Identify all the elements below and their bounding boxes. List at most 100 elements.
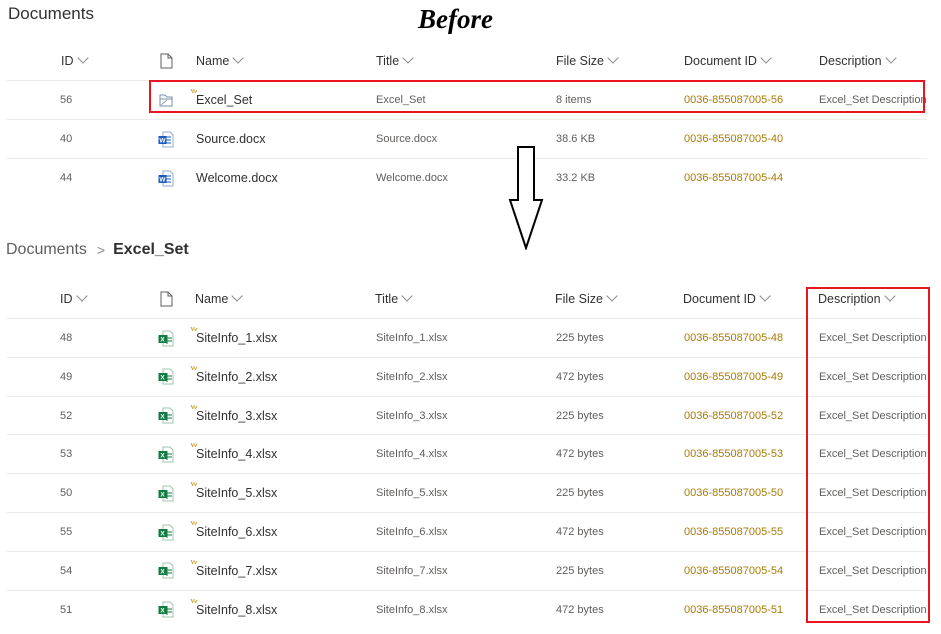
excel-file-icon[interactable]: X <box>158 591 174 629</box>
row-file-size: 225 bytes <box>556 564 604 577</box>
list-row[interactable]: 40 W Source.docx Source.docx 38.6 KB 0036-855… <box>7 119 927 158</box>
document-outline-icon <box>160 53 173 69</box>
excel-file-icon[interactable]: X <box>158 397 174 435</box>
column-header-file-size[interactable]: File Size <box>555 279 618 319</box>
column-header-title[interactable]: Title <box>375 279 413 319</box>
column-header-document-id[interactable]: Document ID <box>684 41 772 81</box>
row-name-link[interactable]: Source.docx <box>196 120 265 158</box>
excel-file-icon[interactable]: X <box>158 358 174 396</box>
row-id: 49 <box>60 370 73 383</box>
word-file-icon[interactable]: W <box>158 120 174 158</box>
svg-text:X: X <box>160 569 165 576</box>
column-header-file-size[interactable]: File Size <box>556 41 619 81</box>
excel-file-icon[interactable]: X <box>158 435 174 473</box>
column-header-description[interactable]: Description <box>819 41 897 81</box>
row-id: 51 <box>60 603 73 616</box>
row-title: SiteInfo_2.xlsx <box>376 370 448 383</box>
row-document-id[interactable]: 0036-855087005-49 <box>684 358 783 396</box>
row-name-link[interactable]: SiteInfo_8.xlsx <box>190 591 277 629</box>
row-file-size: 472 bytes <box>556 448 604 461</box>
column-header-id[interactable]: ID <box>61 41 89 81</box>
column-header-row-top: ID Name Title File Size Document ID Desc… <box>0 41 941 81</box>
row-name-link[interactable]: SiteInfo_4.xlsx <box>190 435 277 473</box>
row-name-link[interactable]: SiteInfo_1.xlsx <box>190 319 277 357</box>
row-title: SiteInfo_6.xlsx <box>376 526 448 538</box>
new-item-sparkle-icon <box>190 521 198 526</box>
row-title: SiteInfo_4.xlsx <box>376 448 448 461</box>
list-row[interactable]: 52 X SiteInfo_3.xlsx SiteInfo_3.xlsx 225 byt… <box>7 395 927 435</box>
row-id: 50 <box>60 487 73 500</box>
column-header-title[interactable]: Title <box>376 41 414 81</box>
breadcrumb-current[interactable]: Excel_Set <box>113 241 189 259</box>
row-id: 53 <box>60 448 73 461</box>
row-document-id[interactable]: 0036-855087005-50 <box>684 474 783 512</box>
row-file-size: 33.2 KB <box>556 172 596 184</box>
row-title: SiteInfo_8.xlsx <box>376 603 448 616</box>
row-document-id[interactable]: 0036-855087005-44 <box>684 159 783 197</box>
excel-file-icon[interactable]: X <box>158 319 174 357</box>
file-type-header-icon[interactable] <box>160 279 173 319</box>
highlight-box-folder-row <box>149 80 925 113</box>
column-header-row-bottom: ID Name Title File Size Document ID Desc… <box>0 279 941 319</box>
chevron-down-icon <box>760 52 772 64</box>
excel-file-icon[interactable]: X <box>158 513 174 551</box>
excel-file-icon[interactable]: X <box>158 474 174 512</box>
row-document-id[interactable]: 0036-855087005-55 <box>684 513 783 551</box>
list-row[interactable]: 49 X SiteInfo_2.xlsx SiteInfo_2.xlsx 472 byt… <box>7 356 927 396</box>
chevron-down-icon <box>401 290 413 302</box>
row-name-link[interactable]: SiteInfo_3.xlsx <box>190 397 277 435</box>
new-item-sparkle-icon <box>190 404 198 409</box>
row-document-id[interactable]: 0036-855087005-48 <box>684 319 783 357</box>
row-title: SiteInfo_5.xlsx <box>376 487 448 500</box>
row-name-link[interactable]: Welcome.docx <box>196 159 278 197</box>
new-item-sparkle-icon <box>190 598 198 603</box>
list-row[interactable]: 55 X SiteInfo_6.xlsx SiteInfo_6.xlsx 472 byt… <box>7 512 927 551</box>
row-document-id[interactable]: 0036-855087005-51 <box>684 591 783 629</box>
breadcrumb: Documents > Excel_Set <box>6 240 189 260</box>
chevron-down-icon <box>76 52 89 64</box>
row-id: 52 <box>60 409 73 422</box>
row-document-id[interactable]: 0036-855087005-40 <box>684 120 783 158</box>
svg-text:X: X <box>160 336 165 343</box>
column-header-id[interactable]: ID <box>60 279 88 319</box>
row-id: 56 <box>60 94 73 106</box>
row-file-size: 472 bytes <box>556 603 604 616</box>
new-item-sparkle-icon <box>190 327 198 332</box>
column-header-name[interactable]: Name <box>195 279 244 319</box>
before-annotation: Before <box>418 4 493 34</box>
list-row[interactable]: 50 X SiteInfo_5.xlsx SiteInfo_5.xlsx 225 byt… <box>7 473 927 512</box>
svg-text:X: X <box>160 491 165 498</box>
highlight-box-description-column <box>806 287 930 623</box>
new-item-sparkle-icon <box>190 365 198 371</box>
file-type-header-icon[interactable] <box>160 41 173 81</box>
row-document-id[interactable]: 0036-855087005-54 <box>684 552 783 590</box>
document-outline-icon <box>160 291 173 307</box>
row-id: 55 <box>60 526 73 538</box>
chevron-down-icon <box>607 52 619 64</box>
row-name-link[interactable]: SiteInfo_5.xlsx <box>190 474 277 512</box>
row-title: SiteInfo_1.xlsx <box>376 332 448 344</box>
chevron-down-icon <box>759 290 771 302</box>
list-row[interactable]: 54 X SiteInfo_7.xlsx SiteInfo_7.xlsx 225 byt… <box>7 550 927 590</box>
row-file-size: 472 bytes <box>556 526 604 538</box>
row-file-size: 38.6 KB <box>556 133 596 145</box>
list-row[interactable]: 51 X SiteInfo_8.xlsx SiteInfo_8.xlsx 472 byt… <box>7 589 927 629</box>
svg-text:X: X <box>160 608 165 615</box>
breadcrumb-separator-icon: > <box>96 242 106 258</box>
row-document-id[interactable]: 0036-855087005-53 <box>684 435 783 473</box>
row-name-link[interactable]: SiteInfo_2.xlsx <box>190 358 277 396</box>
row-name-link[interactable]: SiteInfo_6.xlsx <box>190 513 277 551</box>
row-name-link[interactable]: SiteInfo_7.xlsx <box>190 552 277 590</box>
library-title[interactable]: Documents <box>8 4 94 24</box>
breadcrumb-root[interactable]: Documents <box>6 241 87 259</box>
column-header-name[interactable]: Name <box>196 41 245 81</box>
row-document-id[interactable]: 0036-855087005-52 <box>684 397 783 435</box>
row-id: 54 <box>60 564 73 577</box>
list-row[interactable]: 48 X SiteInfo_1.xlsx SiteInfo_1.xlsx 225 byt… <box>7 318 927 357</box>
word-file-icon[interactable]: W <box>158 159 174 197</box>
column-header-document-id[interactable]: Document ID <box>683 279 771 319</box>
list-row[interactable]: 53 X SiteInfo_4.xlsx SiteInfo_4.xlsx 472 byt… <box>7 434 927 473</box>
excel-file-icon[interactable]: X <box>158 552 174 590</box>
new-item-sparkle-icon <box>190 559 198 565</box>
list-row[interactable]: 44 W Welcome.docx Welcome.docx 33.2 KB 0036-8… <box>7 158 927 197</box>
